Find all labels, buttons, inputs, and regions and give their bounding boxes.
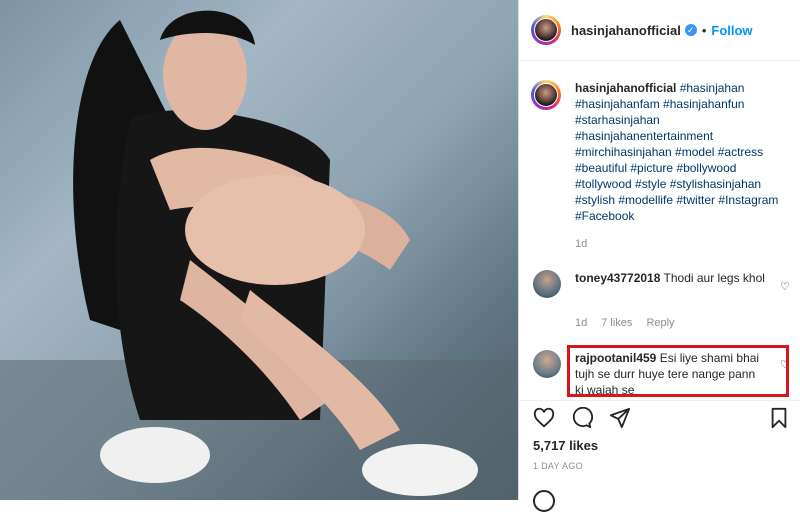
author-username[interactable]: hasinjahanofficial: [571, 23, 681, 38]
photo-illustration: [0, 10, 518, 500]
comment-item: toney43772018 Thodi aur legs khol: [533, 270, 793, 298]
post-header: hasinjahanofficial ✓ • Follow: [519, 0, 800, 61]
follow-button[interactable]: Follow: [711, 23, 752, 38]
comment-time[interactable]: 1d: [575, 317, 587, 329]
comment-username[interactable]: toney43772018: [575, 271, 660, 285]
caption-body: hasinjahanofficial #hasinjahan #hasinjah…: [575, 80, 791, 252]
paper-plane-icon[interactable]: [609, 407, 631, 429]
comment-meta: 1d 7 likes Reply: [575, 317, 675, 329]
caption-avatar[interactable]: [531, 80, 561, 110]
caption-time[interactable]: 1d: [575, 236, 791, 252]
action-bar: [519, 400, 800, 437]
caption-username[interactable]: hasinjahanofficial: [575, 81, 676, 95]
posted-ago[interactable]: 1 DAY AGO: [533, 461, 583, 471]
reply-button[interactable]: Reply: [646, 317, 674, 329]
comment-like-heart-icon[interactable]: ♡: [780, 280, 790, 293]
heart-icon[interactable]: [533, 407, 555, 429]
bookmark-icon[interactable]: [769, 407, 789, 429]
caption-hashtags[interactable]: #hasinjahan #hasinjahanfam #hasinjahanfu…: [575, 81, 778, 223]
comment-icon[interactable]: [571, 407, 593, 429]
comment-body: toney43772018 Thodi aur legs khol: [575, 270, 765, 298]
separator-dot: •: [701, 22, 707, 38]
commenter-avatar[interactable]: [533, 350, 561, 378]
verified-badge-icon: ✓: [684, 24, 697, 36]
post-photo[interactable]: [0, 0, 518, 500]
comment-text: Thodi aur legs khol: [663, 271, 765, 285]
author-avatar[interactable]: [531, 15, 561, 45]
highlight-box: [567, 345, 789, 397]
post-sidebar: hasinjahanofficial ✓ • Follow hasinjahan…: [518, 0, 800, 512]
likes-count[interactable]: 5,717 likes: [533, 438, 598, 453]
comment-likes[interactable]: 7 likes: [601, 317, 632, 329]
commenter-avatar[interactable]: [533, 270, 561, 298]
caption: hasinjahanofficial #hasinjahan #hasinjah…: [531, 80, 791, 252]
emoji-icon[interactable]: [533, 490, 555, 512]
